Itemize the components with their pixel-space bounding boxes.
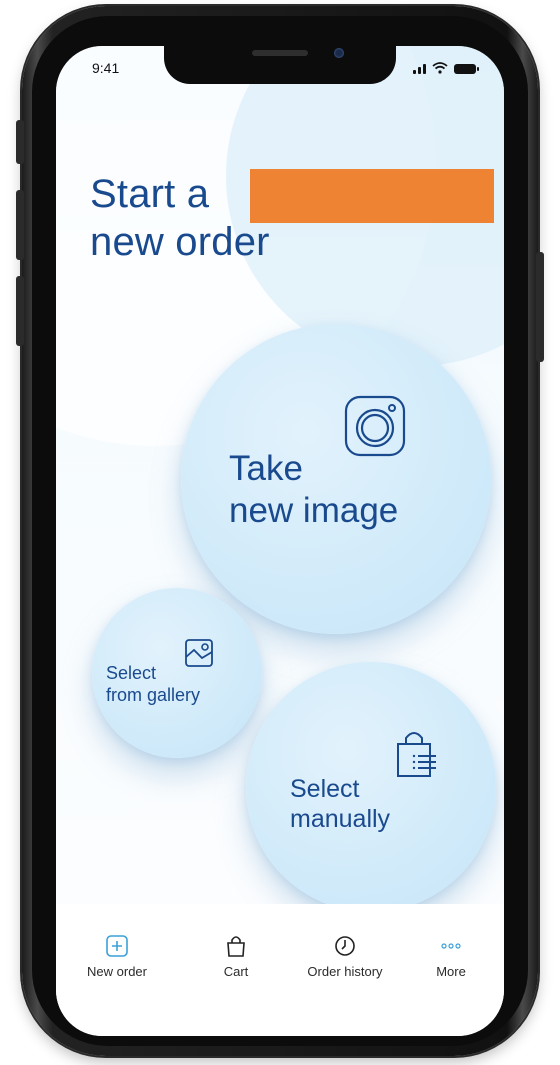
signal-icon	[413, 62, 426, 74]
take-label-line-2: new image	[229, 491, 399, 530]
manual-label-line-1: Select	[290, 775, 360, 803]
take-new-image-button[interactable]: Take new image	[181, 324, 491, 634]
tab-more-label: More	[436, 964, 466, 979]
tab-cart-label: Cart	[223, 964, 249, 979]
app-screen: 9:41 Start a new order Take new image Se…	[56, 46, 504, 1036]
select-manually-label: Select manually	[290, 774, 390, 834]
mute-switch	[16, 120, 24, 164]
more-dots-icon	[441, 943, 461, 949]
manual-label-line-2: manually	[290, 805, 391, 833]
take-new-image-label: Take new image	[229, 448, 398, 532]
volume-down-button	[16, 276, 24, 346]
select-from-gallery-button[interactable]: Select from gallery	[92, 588, 262, 758]
gallery-label-line-2: from gallery	[106, 685, 201, 705]
gallery-label-line-1: Select	[106, 663, 157, 683]
page-title-line-2: new order	[90, 220, 270, 264]
status-icons	[413, 62, 479, 74]
tab-cart[interactable]: Cart	[181, 934, 291, 979]
clock-icon	[335, 936, 355, 956]
select-from-gallery-label: Select from gallery	[106, 662, 200, 706]
notch	[164, 46, 396, 84]
battery-icon	[454, 64, 479, 74]
power-button	[536, 252, 544, 362]
plus-square-icon	[106, 935, 128, 957]
select-manually-button[interactable]: Select manually	[246, 662, 496, 912]
status-time: 9:41	[92, 60, 120, 76]
tab-new-order-label: New order	[87, 964, 147, 979]
shopping-list-bag-icon	[397, 732, 436, 777]
redaction-block	[250, 169, 494, 223]
front-camera	[334, 48, 344, 58]
tab-more[interactable]: More	[396, 934, 504, 979]
speaker-grille	[252, 50, 308, 56]
volume-up-button	[16, 190, 24, 260]
bottom-tab-bar: New order Cart Order history More	[56, 904, 504, 1036]
tab-order-history-label: Order history	[307, 964, 383, 979]
take-label-line-1: Take	[229, 449, 303, 488]
shopping-bag-icon	[227, 936, 245, 957]
tab-new-order[interactable]: New order	[62, 934, 172, 979]
wifi-icon	[432, 62, 448, 74]
tab-order-history[interactable]: Order history	[290, 934, 400, 979]
